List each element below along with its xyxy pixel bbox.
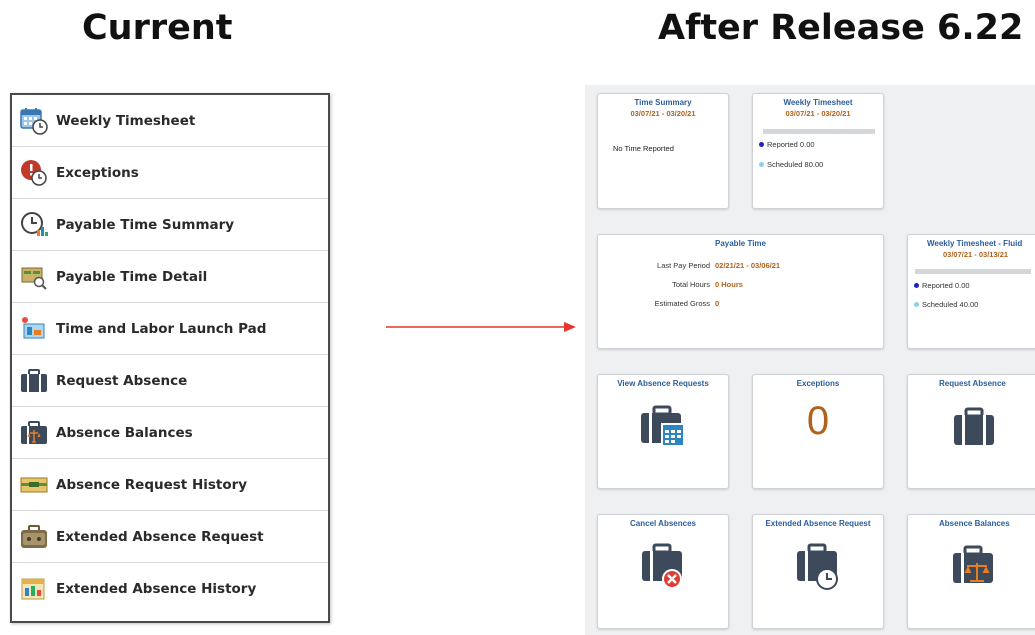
transition-arrow-icon <box>386 322 576 332</box>
menu-item-label: Payable Time Detail <box>56 268 208 285</box>
briefcase-cancel-icon <box>642 543 682 589</box>
scheduled-legend: Scheduled 40.00 <box>914 300 978 309</box>
menu-item-weekly-timesheet[interactable]: Weekly Timesheet <box>12 95 328 147</box>
scheduled-dot <box>759 162 764 167</box>
history-chart-icon <box>18 573 50 605</box>
reported-text: Reported 0.00 <box>767 140 815 149</box>
menu-item-absence-request-history[interactable]: Absence Request History <box>12 459 328 511</box>
briefcase-icon <box>954 407 994 445</box>
detail-search-icon <box>18 261 50 293</box>
tile-title: View Absence Requests <box>617 379 709 388</box>
row-label: Total Hours <box>672 280 710 289</box>
row-value: 02/21/21 - 03/06/21 <box>715 261 781 270</box>
current-heading: Current <box>82 8 233 48</box>
menu-item-extended-absence-history[interactable]: Extended Absence History <box>12 563 328 615</box>
reported-hours-bar <box>915 269 1031 274</box>
menu-item-extended-absence-request[interactable]: Extended Absence Request <box>12 511 328 563</box>
history-folder-icon <box>18 469 50 501</box>
tile-request-absence[interactable]: Request Absence <box>907 374 1035 489</box>
tile-weekly-timesheet[interactable]: Weekly Timesheet 03/07/21 - 03/20/21 Rep… <box>752 93 884 209</box>
menu-item-payable-time-summary[interactable]: Payable Time Summary <box>12 199 328 251</box>
tile-time-summary[interactable]: Time Summary 03/07/21 - 03/20/21 No Time… <box>597 93 729 209</box>
briefcase-extended-icon <box>18 521 50 553</box>
total-hours-row: Total Hours 0 Hours <box>598 280 743 289</box>
tile-absence-balances[interactable]: Absence Balances <box>907 514 1035 629</box>
launch-pad-icon <box>18 313 50 345</box>
tile-title: Weekly Timesheet <box>783 98 853 107</box>
tile-extended-absence-request[interactable]: Extended Absence Request <box>752 514 884 629</box>
briefcase-calendar-icon <box>641 405 685 447</box>
tile-exceptions[interactable]: Exceptions 0 <box>752 374 884 489</box>
scheduled-legend: Scheduled 80.00 <box>759 160 823 169</box>
menu-item-absence-balances[interactable]: Absence Balances <box>12 407 328 459</box>
menu-item-label: Time and Labor Launch Pad <box>56 320 267 337</box>
tile-cancel-absences[interactable]: Cancel Absences <box>597 514 729 629</box>
menu-item-label: Weekly Timesheet <box>56 112 196 129</box>
row-value: 0 <box>715 299 720 308</box>
row-label: Estimated Gross <box>654 299 710 308</box>
exceptions-count: 0 <box>806 399 830 443</box>
reported-legend: Reported 0.00 <box>914 281 970 290</box>
reported-dot <box>914 283 919 288</box>
tile-title: Extended Absence Request <box>765 519 871 528</box>
menu-item-label: Exceptions <box>56 164 139 181</box>
row-label: Last Pay Period <box>657 261 710 270</box>
scheduled-text: Scheduled 40.00 <box>922 300 979 309</box>
classic-menu-list: Weekly Timesheet Exceptions Payable Time… <box>10 93 330 623</box>
tile-title: Absence Balances <box>939 519 1010 528</box>
tile-title: Payable Time <box>715 239 766 248</box>
exception-alert-icon <box>18 157 50 189</box>
tile-title: Exceptions <box>796 379 840 388</box>
tile-title: Time Summary <box>634 98 692 107</box>
menu-item-request-absence[interactable]: Request Absence <box>12 355 328 407</box>
reported-hours-bar <box>763 129 875 134</box>
tile-date-range: 03/07/21 - 03/13/21 <box>943 250 1009 259</box>
menu-item-label: Request Absence <box>56 372 188 389</box>
tile-title: Cancel Absences <box>630 519 696 528</box>
tile-view-absence-requests[interactable]: View Absence Requests <box>597 374 729 489</box>
reported-text: Reported 0.00 <box>922 281 970 290</box>
tile-title: Request Absence <box>939 379 1006 388</box>
menu-item-label: Absence Balances <box>56 424 193 441</box>
tile-title: Weekly Timesheet - Fluid <box>927 239 1023 248</box>
calendar-clock-icon <box>18 105 50 137</box>
tile-date-range: 03/07/21 - 03/20/21 <box>785 109 851 118</box>
reported-legend: Reported 0.00 <box>759 140 815 149</box>
menu-item-payable-time-detail[interactable]: Payable Time Detail <box>12 251 328 303</box>
briefcase-scale-icon <box>953 545 993 583</box>
reported-dot <box>759 142 764 147</box>
briefcase-clock-icon <box>797 543 838 590</box>
fluid-dashboard: Time Summary 03/07/21 - 03/20/21 No Time… <box>585 85 1035 635</box>
row-value: 0 Hours <box>715 280 743 289</box>
scheduled-text: Scheduled 80.00 <box>767 160 824 169</box>
briefcase-icon <box>18 365 50 397</box>
tile-payable-time[interactable]: Payable Time Last Pay Period 02/21/21 - … <box>597 234 884 349</box>
last-pay-period-row: Last Pay Period 02/21/21 - 03/06/21 <box>598 261 780 270</box>
no-time-reported-text: No Time Reported <box>613 144 674 153</box>
after-release-heading: After Release 6.22 <box>658 8 1024 48</box>
tile-weekly-timesheet-fluid[interactable]: Weekly Timesheet - Fluid 03/07/21 - 03/1… <box>907 234 1035 349</box>
tile-date-range: 03/07/21 - 03/20/21 <box>630 109 696 118</box>
scheduled-dot <box>914 302 919 307</box>
menu-item-label: Extended Absence History <box>56 581 257 597</box>
menu-item-exceptions[interactable]: Exceptions <box>12 147 328 199</box>
estimated-gross-row: Estimated Gross 0 <box>598 299 720 308</box>
briefcase-scale-icon <box>18 417 50 449</box>
menu-item-label: Payable Time Summary <box>56 216 235 233</box>
menu-item-label: Extended Absence Request <box>56 528 264 545</box>
menu-item-time-and-labor-launch-pad[interactable]: Time and Labor Launch Pad <box>12 303 328 355</box>
menu-item-label: Absence Request History <box>56 476 248 493</box>
clock-chart-icon <box>18 209 50 241</box>
